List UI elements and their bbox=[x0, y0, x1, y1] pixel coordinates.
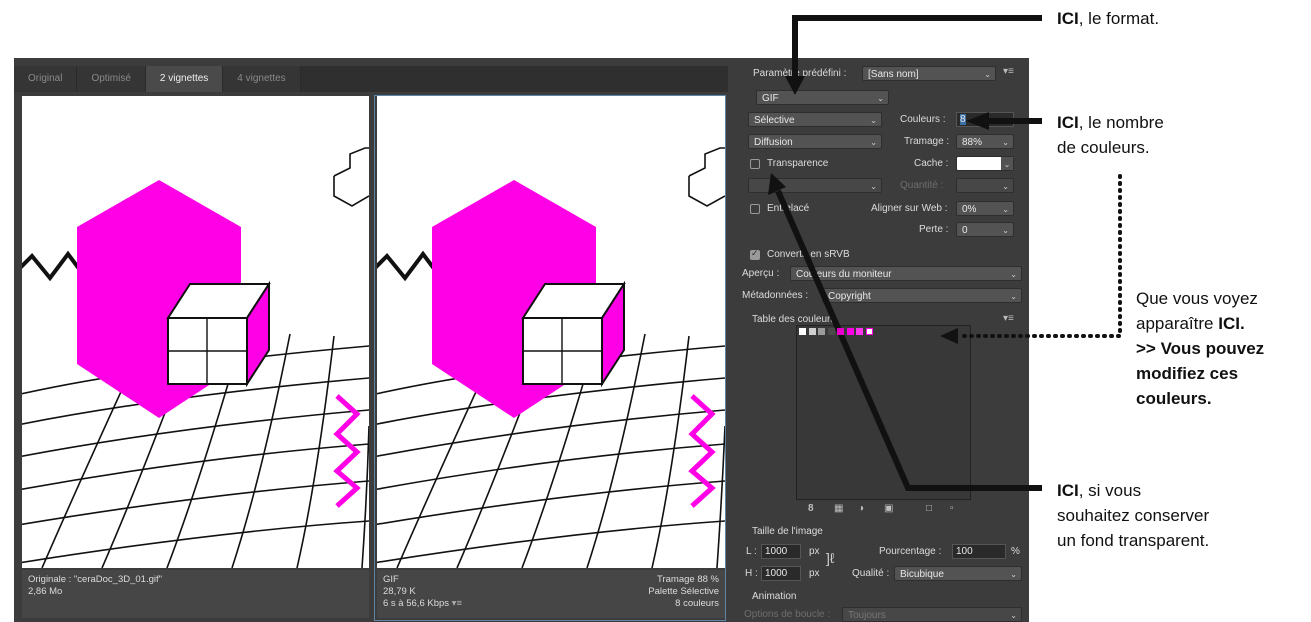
color-swatch[interactable] bbox=[799, 328, 806, 335]
color-swatch[interactable] bbox=[846, 328, 854, 335]
annotation-color-table: Que vous voyez apparaître ICI. >> Vous p… bbox=[1136, 289, 1265, 408]
color-swatch[interactable] bbox=[837, 328, 844, 335]
color-swatch[interactable] bbox=[808, 328, 816, 335]
annotation-transparency: ICI, si vous souhaitez conserver un fond… bbox=[1057, 481, 1210, 550]
color-swatch[interactable] bbox=[818, 328, 825, 335]
color-swatch[interactable] bbox=[865, 328, 873, 335]
color-swatch[interactable] bbox=[856, 328, 863, 335]
color-swatch[interactable] bbox=[827, 328, 835, 335]
annotation-colors: ICI, le nombre de couleurs. bbox=[1057, 113, 1164, 157]
annotation-format: ICI, le format. bbox=[1057, 9, 1160, 28]
